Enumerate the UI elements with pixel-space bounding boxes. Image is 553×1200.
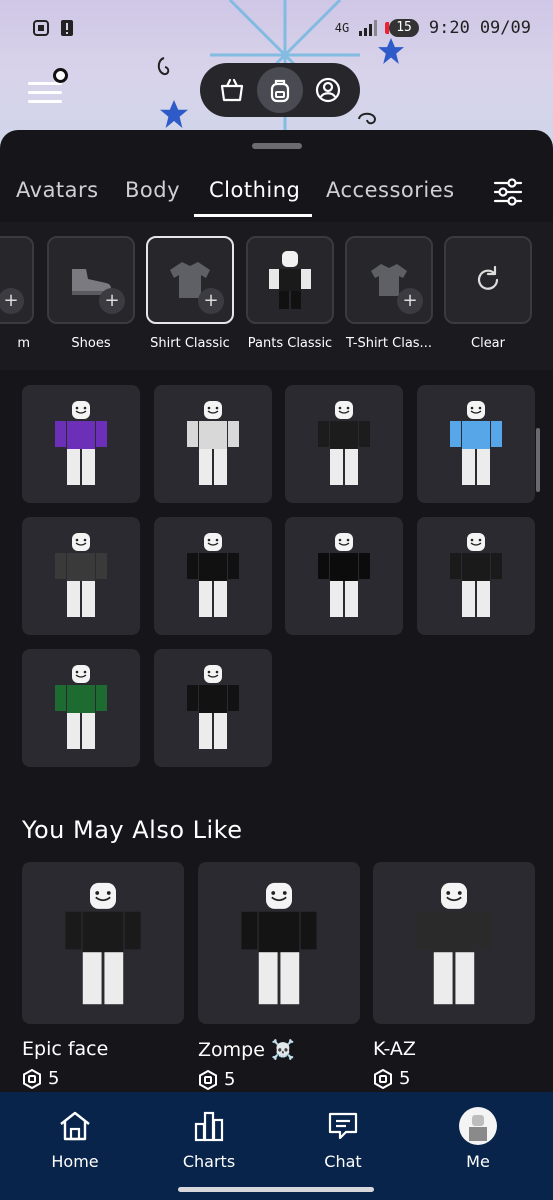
- refresh-icon: [477, 265, 499, 290]
- inventory-item[interactable]: [417, 517, 535, 635]
- item-name: K-AZ: [373, 1038, 416, 1060]
- tab-clothing[interactable]: Clothing: [209, 178, 300, 202]
- category-partial[interactable]: + m: [0, 236, 34, 351]
- shop-mode-button[interactable]: [209, 67, 255, 113]
- avatar-figure: [55, 533, 107, 617]
- avatar-figure: [187, 401, 239, 485]
- robux-icon: [374, 1068, 392, 1089]
- avatar-figure: [187, 533, 239, 617]
- category-bar: + m + Shoes + Shirt Classic Pants Classi…: [0, 222, 553, 370]
- swirl-icon: [157, 57, 170, 76]
- item-name: Zompe ☠️: [198, 1039, 295, 1061]
- profile-icon: [315, 77, 341, 103]
- category-shoes[interactable]: + Shoes: [47, 236, 135, 351]
- shopping-bag-icon: [220, 78, 244, 102]
- clock: 9:20: [428, 18, 470, 38]
- category-shirt-classic[interactable]: + Shirt Classic: [146, 236, 234, 351]
- nav-home[interactable]: Home: [25, 1108, 125, 1171]
- inventory-item[interactable]: [154, 649, 272, 767]
- add-icon: +: [0, 288, 24, 314]
- avatar: [459, 1107, 497, 1145]
- active-tab-indicator: [194, 214, 312, 217]
- avatar-figure: [55, 401, 107, 485]
- inventory-item[interactable]: [22, 517, 140, 635]
- item-thumbnail: [373, 862, 535, 1024]
- inventory-item[interactable]: [154, 385, 272, 503]
- sliders-icon: [493, 178, 523, 206]
- home-indicator: [178, 1187, 374, 1192]
- bottom-nav: Home Charts Chat Me: [0, 1092, 553, 1200]
- charts-icon: [194, 1111, 224, 1142]
- nav-me[interactable]: Me: [428, 1107, 528, 1171]
- inventory-item[interactable]: [154, 517, 272, 635]
- tab-accessories[interactable]: Accessories: [326, 178, 455, 202]
- avatar-figure: [65, 882, 141, 1005]
- network-type: 4G: [334, 21, 350, 35]
- inventory-item[interactable]: [285, 517, 403, 635]
- robux-icon: [23, 1068, 41, 1089]
- tab-body[interactable]: Body: [125, 178, 180, 202]
- inventory-item[interactable]: [285, 385, 403, 503]
- recommendation-card[interactable]: K-AZ 5: [373, 862, 535, 1089]
- avatar-thumbnail: [269, 251, 311, 309]
- avatar-figure: [450, 533, 502, 617]
- swirl-icon: [358, 112, 377, 125]
- avatar-figure: [241, 882, 317, 1005]
- editor-tabs: Avatars Body Clothing Accessories: [0, 168, 553, 220]
- avatar-figure: [187, 665, 239, 749]
- item-price: 5: [22, 1068, 184, 1089]
- item-thumbnail: [22, 862, 184, 1024]
- item-price: 5: [198, 1069, 360, 1090]
- avatar-figure: [55, 665, 107, 749]
- signal-icon: [359, 20, 378, 36]
- notification-dot: [53, 68, 68, 83]
- tab-avatars[interactable]: Avatars: [16, 178, 99, 202]
- profile-mode-button[interactable]: [305, 67, 351, 113]
- robux-icon: [199, 1069, 217, 1090]
- nav-chat[interactable]: Chat: [293, 1108, 393, 1171]
- avatar-figure: [318, 401, 370, 485]
- inventory-item[interactable]: [22, 385, 140, 503]
- backpack-icon: [270, 79, 290, 103]
- status-bar: 4G 15 9:20 09/09: [0, 0, 553, 56]
- menu-button[interactable]: [28, 68, 68, 104]
- add-icon: +: [99, 288, 125, 314]
- chat-icon: [328, 1112, 358, 1140]
- mode-switcher: [200, 63, 360, 117]
- star-icon: [160, 100, 188, 128]
- item-name: Epic face: [22, 1038, 109, 1060]
- battery-level: 15: [385, 19, 419, 37]
- nav-charts[interactable]: Charts: [159, 1108, 259, 1171]
- alert-icon: [61, 20, 73, 36]
- add-icon: +: [397, 288, 423, 314]
- recommendation-card[interactable]: Epic face 5: [22, 862, 184, 1089]
- inventory-mode-button[interactable]: [257, 67, 303, 113]
- sheet-drag-handle[interactable]: [252, 143, 302, 149]
- avatar-figure: [416, 882, 492, 1005]
- category-clear[interactable]: Clear: [444, 236, 532, 351]
- section-title: You May Also Like: [22, 816, 243, 844]
- avatar-figure: [318, 533, 370, 617]
- avatar-figure: [450, 401, 502, 485]
- add-icon: +: [198, 288, 224, 314]
- recommendation-card[interactable]: Zompe ☠️ 5: [198, 862, 360, 1090]
- inventory-item[interactable]: [22, 649, 140, 767]
- category-pants-classic[interactable]: Pants Classic: [246, 236, 334, 351]
- date: 09/09: [479, 18, 531, 38]
- item-thumbnail: [198, 862, 360, 1024]
- item-price: 5: [373, 1068, 535, 1089]
- filter-button[interactable]: [492, 176, 524, 208]
- scrollbar[interactable]: [536, 428, 540, 492]
- home-icon: [60, 1111, 90, 1141]
- screenshot-icon: [33, 20, 49, 36]
- category-tshirt-classic[interactable]: + T-Shirt Clas...: [345, 236, 433, 351]
- inventory-item[interactable]: [417, 385, 535, 503]
